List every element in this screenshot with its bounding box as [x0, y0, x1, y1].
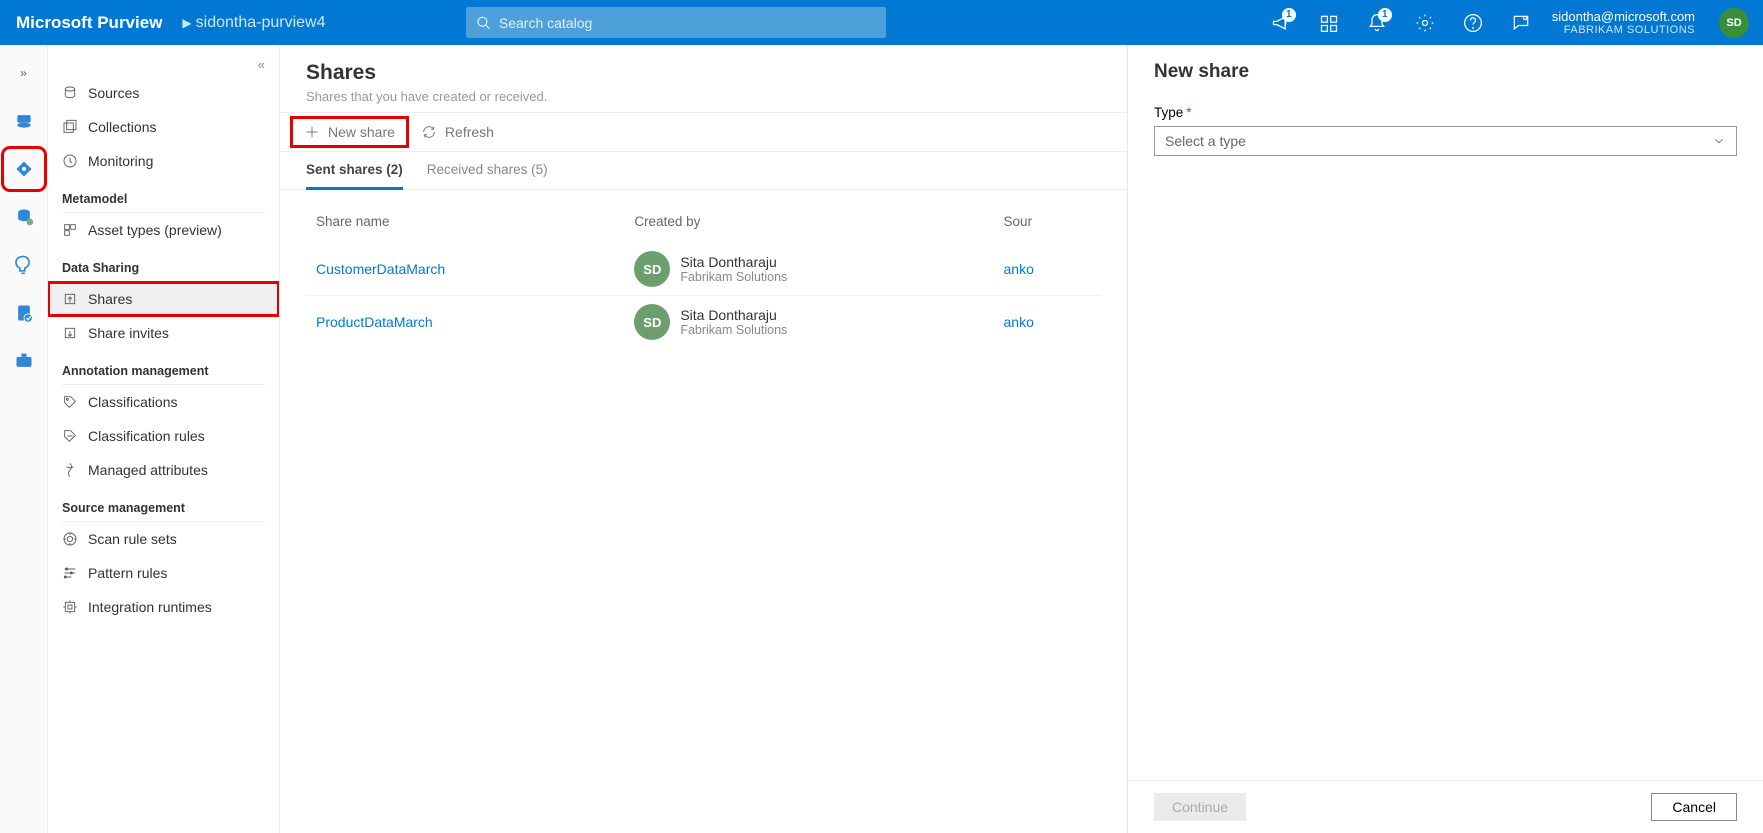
instance-name[interactable]: sidontha-purview4 — [196, 14, 326, 32]
cancel-button[interactable]: Cancel — [1651, 793, 1737, 821]
col-share-name[interactable]: Share name — [306, 208, 624, 243]
sidebar: « Sources Collections Monitoring Metamod… — [48, 45, 280, 833]
header-icon-bar: 1 1 sidontha@microsoft.com FABRIKAM SOLU… — [1264, 6, 1763, 40]
continue-button[interactable]: Continue — [1154, 793, 1246, 821]
nav-label: Pattern rules — [88, 565, 167, 581]
col-created-by[interactable]: Created by — [624, 208, 993, 243]
nav-collections[interactable]: Collections — [48, 110, 279, 144]
section-annotation: Annotation management — [48, 350, 279, 384]
refresh-label: Refresh — [445, 124, 494, 140]
type-select[interactable]: Select a type — [1154, 126, 1737, 156]
panel-title: New share — [1154, 61, 1737, 83]
page-title: Shares — [306, 61, 1101, 85]
rail-catalog-icon[interactable] — [6, 103, 42, 139]
new-share-label: New share — [328, 124, 395, 140]
section-datasharing: Data Sharing — [48, 247, 279, 281]
creator-org: Fabrikam Solutions — [680, 323, 787, 337]
user-account[interactable]: sidontha@microsoft.com FABRIKAM SOLUTION… — [1552, 9, 1705, 36]
nav-scan-rule-sets[interactable]: Scan rule sets — [48, 522, 279, 556]
nav-shares[interactable]: Shares — [48, 282, 279, 316]
nav-classifications[interactable]: Classifications — [48, 385, 279, 419]
announcements-icon[interactable]: 1 — [1264, 6, 1298, 40]
left-rail: » — [0, 45, 48, 833]
search-input-wrap[interactable] — [466, 7, 886, 38]
rail-datamap-icon[interactable] — [6, 151, 42, 187]
app-title: Microsoft Purview — [0, 13, 178, 33]
rail-insights-icon[interactable] — [6, 247, 42, 283]
nav-sources[interactable]: Sources — [48, 76, 279, 110]
nav-label: Classification rules — [88, 428, 205, 444]
directory-icon[interactable] — [1312, 6, 1346, 40]
table-row[interactable]: CustomerDataMarch SD Sita Dontharaju Fab… — [306, 243, 1101, 296]
nav-label: Sources — [88, 85, 139, 101]
tab-received-shares[interactable]: Received shares (5) — [427, 162, 548, 189]
new-share-button[interactable]: New share — [294, 120, 405, 144]
rail-policy-icon[interactable] — [6, 295, 42, 331]
nav-label: Share invites — [88, 325, 169, 341]
rail-management-icon[interactable] — [6, 343, 42, 379]
nav-classification-rules[interactable]: Classification rules — [48, 419, 279, 453]
creator-avatar: SD — [634, 304, 670, 340]
creator-avatar: SD — [634, 251, 670, 287]
tenant-label: FABRIKAM SOLUTIONS — [1552, 24, 1695, 36]
select-placeholder: Select a type — [1165, 133, 1246, 149]
shares-table: Share name Created by Sour CustomerDataM… — [306, 208, 1101, 348]
nav-label: Collections — [88, 119, 156, 135]
nav-label: Integration runtimes — [88, 599, 212, 615]
top-header: Microsoft Purview ▶ sidontha-purview4 1 … — [0, 0, 1763, 45]
new-share-panel: New share Type* Select a type Continue C… — [1127, 45, 1763, 833]
search-input[interactable] — [491, 15, 876, 31]
source-link[interactable]: anko — [994, 243, 1101, 296]
nav-label: Scan rule sets — [88, 531, 177, 547]
notifications-badge: 1 — [1378, 8, 1392, 22]
nav-label: Managed attributes — [88, 462, 208, 478]
nav-pattern-rules[interactable]: Pattern rules — [48, 556, 279, 590]
nav-share-invites[interactable]: Share invites — [48, 316, 279, 350]
nav-asset-types[interactable]: Asset types (preview) — [48, 213, 279, 247]
nav-label: Shares — [88, 291, 132, 307]
feedback-icon[interactable] — [1504, 6, 1538, 40]
share-name-link[interactable]: ProductDataMarch — [306, 296, 624, 349]
user-email: sidontha@microsoft.com — [1552, 9, 1695, 24]
nav-managed-attributes[interactable]: Managed attributes — [48, 453, 279, 487]
search-icon — [476, 15, 491, 31]
chevron-down-icon — [1712, 134, 1726, 148]
creator-org: Fabrikam Solutions — [680, 270, 787, 284]
nav-label: Monitoring — [88, 153, 153, 169]
refresh-button[interactable]: Refresh — [411, 120, 504, 144]
creator-name: Sita Dontharaju — [680, 254, 787, 270]
nav-label: Asset types (preview) — [88, 222, 222, 238]
toolbar: New share Refresh — [280, 112, 1127, 152]
rail-expand[interactable]: » — [6, 55, 42, 91]
help-icon[interactable] — [1456, 6, 1490, 40]
sidebar-collapse[interactable]: « — [48, 57, 279, 76]
chevron-right-icon: ▶ — [178, 16, 195, 30]
share-name-link[interactable]: CustomerDataMarch — [306, 243, 624, 296]
table-row[interactable]: ProductDataMarch SD Sita Dontharaju Fabr… — [306, 296, 1101, 349]
rail-datasources-icon[interactable] — [6, 199, 42, 235]
section-source: Source management — [48, 487, 279, 521]
announcements-badge: 1 — [1282, 8, 1296, 22]
notifications-icon[interactable]: 1 — [1360, 6, 1394, 40]
plus-icon — [304, 124, 320, 140]
col-source[interactable]: Sour — [994, 208, 1101, 243]
refresh-icon — [421, 124, 437, 140]
nav-integration-runtimes[interactable]: Integration runtimes — [48, 590, 279, 624]
tab-bar: Sent shares (2) Received shares (5) — [280, 152, 1127, 190]
nav-label: Classifications — [88, 394, 177, 410]
section-metamodel: Metamodel — [48, 178, 279, 212]
creator-name: Sita Dontharaju — [680, 307, 787, 323]
page-subtitle: Shares that you have created or received… — [306, 89, 1101, 104]
main-content: Shares Shares that you have created or r… — [280, 45, 1127, 833]
user-avatar[interactable]: SD — [1719, 8, 1749, 38]
nav-monitoring[interactable]: Monitoring — [48, 144, 279, 178]
source-link[interactable]: anko — [994, 296, 1101, 349]
tab-sent-shares[interactable]: Sent shares (2) — [306, 162, 403, 190]
type-label: Type* — [1154, 105, 1737, 120]
settings-icon[interactable] — [1408, 6, 1442, 40]
